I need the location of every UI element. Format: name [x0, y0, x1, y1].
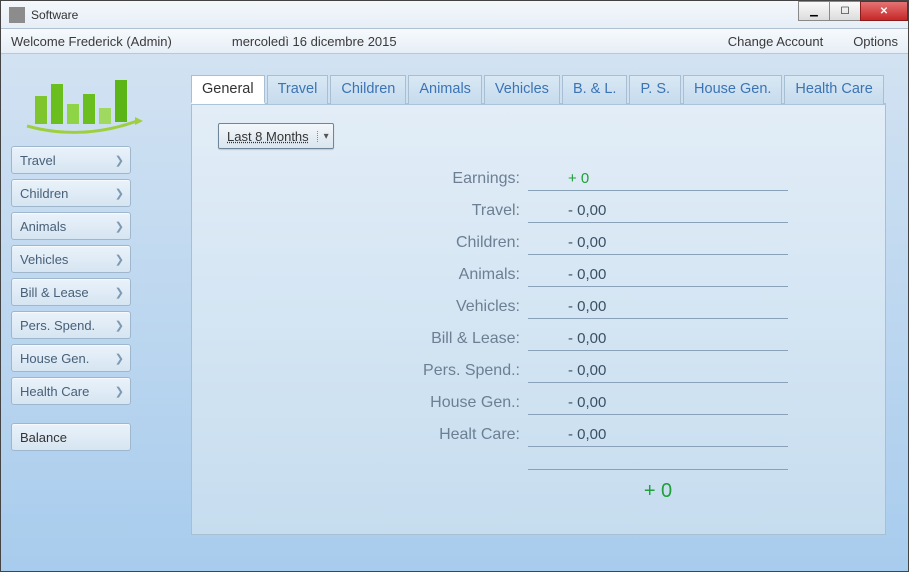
sidebar-item-label: Travel: [20, 153, 56, 168]
app-window: Software Welcome Frederick (Admin) merco…: [0, 0, 909, 572]
maximize-button[interactable]: [829, 1, 861, 21]
chevron-right-icon: ❯: [115, 253, 124, 266]
chevron-down-icon: ▾: [317, 131, 329, 142]
sidebar-item-label: House Gen.: [20, 351, 89, 366]
sidebar-item-house-gen[interactable]: House Gen. ❯: [11, 344, 131, 372]
sidebar-item-bill-lease[interactable]: Bill & Lease ❯: [11, 278, 131, 306]
row-children: Children:- 0,00: [358, 227, 788, 259]
summary-rows: Earnings:+ 0 Travel:- 0,00 Children:- 0,…: [358, 163, 788, 503]
chevron-right-icon: ❯: [115, 385, 124, 398]
row-earnings: Earnings:+ 0: [358, 163, 788, 195]
tab-content-general: Last 8 Months ▾ Earnings:+ 0 Travel:- 0,…: [191, 105, 886, 535]
tab-health-care[interactable]: Health Care: [784, 75, 883, 104]
chevron-right-icon: ❯: [115, 352, 124, 365]
sidebar-item-label: Balance: [20, 430, 67, 445]
chevron-right-icon: ❯: [115, 220, 124, 233]
row-value: - 0,00: [528, 263, 788, 287]
tab-general[interactable]: General: [191, 75, 265, 104]
sidebar: Travel ❯ Children ❯ Animals ❯ Vehicles ❯ Bil…: [1, 54, 181, 571]
sidebar-item-health-care[interactable]: Health Care ❯: [11, 377, 131, 405]
date-text: mercoledì 16 dicembre 2015: [232, 34, 397, 49]
titlebar[interactable]: Software: [1, 1, 908, 29]
row-label: Animals:: [358, 266, 528, 284]
app-icon: [9, 7, 25, 23]
sidebar-item-label: Pers. Spend.: [20, 318, 95, 333]
tab-house-gen[interactable]: House Gen.: [683, 75, 782, 104]
row-label: Pers. Spend.:: [358, 362, 528, 380]
minimize-button[interactable]: [798, 1, 830, 21]
row-value: + 0: [528, 167, 788, 191]
row-animals: Animals:- 0,00: [358, 259, 788, 291]
sidebar-item-label: Health Care: [20, 384, 89, 399]
options-link[interactable]: Options: [853, 34, 898, 49]
total-value: + 0: [528, 469, 788, 503]
period-selected: Last 8 Months: [227, 129, 309, 144]
close-button[interactable]: [860, 1, 908, 21]
sidebar-item-vehicles[interactable]: Vehicles ❯: [11, 245, 131, 273]
sidebar-item-label: Vehicles: [20, 252, 68, 267]
chevron-right-icon: ❯: [115, 319, 124, 332]
sidebar-item-label: Animals: [20, 219, 66, 234]
row-label: Vehicles:: [358, 298, 528, 316]
row-vehicles: Vehicles:- 0,00: [358, 291, 788, 323]
tab-bl[interactable]: B. & L.: [562, 75, 628, 104]
row-value: - 0,00: [528, 391, 788, 415]
sidebar-item-animals[interactable]: Animals ❯: [11, 212, 131, 240]
chevron-right-icon: ❯: [115, 286, 124, 299]
row-travel: Travel:- 0,00: [358, 195, 788, 227]
logo-chart-icon: [17, 66, 147, 136]
chevron-right-icon: ❯: [115, 187, 124, 200]
row-label: Earnings:: [358, 170, 528, 188]
window-title: Software: [31, 8, 78, 22]
row-label: Children:: [358, 234, 528, 252]
tab-animals[interactable]: Animals: [408, 75, 482, 104]
chevron-right-icon: ❯: [115, 154, 124, 167]
row-value: - 0,00: [528, 423, 788, 447]
tab-strip: General Travel Children Animals Vehicles…: [191, 74, 886, 105]
sidebar-item-label: Children: [20, 186, 68, 201]
sidebar-item-pers-spend[interactable]: Pers. Spend. ❯: [11, 311, 131, 339]
sidebar-item-label: Bill & Lease: [20, 285, 89, 300]
sidebar-item-children[interactable]: Children ❯: [11, 179, 131, 207]
tab-vehicles[interactable]: Vehicles: [484, 75, 560, 104]
tab-ps[interactable]: P. S.: [629, 75, 681, 104]
main-body: Travel ❯ Children ❯ Animals ❯ Vehicles ❯ Bil…: [1, 54, 908, 571]
row-health-care: Healt Care:- 0,00: [358, 419, 788, 451]
welcome-text: Welcome Frederick (Admin): [11, 34, 172, 49]
row-house-gen: House Gen.:- 0,00: [358, 387, 788, 419]
tab-travel[interactable]: Travel: [267, 75, 329, 104]
row-bill-lease: Bill & Lease:- 0,00: [358, 323, 788, 355]
content-area: General Travel Children Animals Vehicles…: [181, 54, 908, 571]
sidebar-item-travel[interactable]: Travel ❯: [11, 146, 131, 174]
change-account-link[interactable]: Change Account: [728, 34, 823, 49]
row-value: - 0,00: [528, 295, 788, 319]
row-value: - 0,00: [528, 199, 788, 223]
period-dropdown[interactable]: Last 8 Months ▾: [218, 123, 334, 149]
row-label: Travel:: [358, 202, 528, 220]
row-label: Healt Care:: [358, 426, 528, 444]
row-value: - 0,00: [528, 327, 788, 351]
sidebar-item-balance[interactable]: Balance: [11, 423, 131, 451]
info-bar: Welcome Frederick (Admin) mercoledì 16 d…: [1, 29, 908, 54]
row-value: - 0,00: [528, 359, 788, 383]
row-label: Bill & Lease:: [358, 330, 528, 348]
row-value: - 0,00: [528, 231, 788, 255]
row-label: House Gen.:: [358, 394, 528, 412]
window-controls: [799, 1, 908, 21]
tab-children[interactable]: Children: [330, 75, 406, 104]
row-pers-spend: Pers. Spend.:- 0,00: [358, 355, 788, 387]
